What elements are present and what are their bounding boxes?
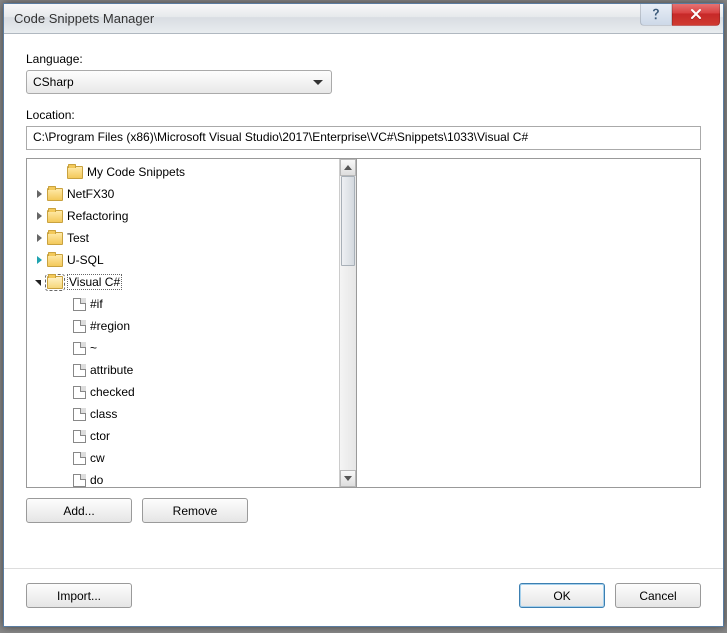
snippet-icon <box>73 298 86 311</box>
language-label: Language: <box>26 52 701 66</box>
tree-snippet[interactable]: ctor <box>27 425 339 447</box>
snippet-icon <box>73 408 86 421</box>
tree-snippet[interactable]: cw <box>27 447 339 469</box>
dialog-content: Language: CSharp Location: C:\Program Fi… <box>4 34 723 568</box>
cancel-button[interactable]: Cancel <box>615 583 701 608</box>
tree-snippet-label: ~ <box>90 341 97 355</box>
tree-panel: My Code Snippets NetFX30 Refactoring <box>27 159 357 487</box>
location-value: C:\Program Files (x86)\Microsoft Visual … <box>33 130 528 144</box>
tree-folder[interactable]: Visual C# <box>27 271 339 293</box>
tree-folder-label: Test <box>67 231 89 245</box>
snippet-tree[interactable]: My Code Snippets NetFX30 Refactoring <box>27 159 339 487</box>
tree-snippet-label: class <box>90 407 117 421</box>
snippet-icon <box>73 452 86 465</box>
tree-snippet-label: #if <box>90 297 103 311</box>
tree-folder[interactable]: U-SQL <box>27 249 339 271</box>
snippet-icon <box>73 320 86 333</box>
split-panel: My Code Snippets NetFX30 Refactoring <box>26 158 701 488</box>
location-field[interactable]: C:\Program Files (x86)\Microsoft Visual … <box>26 126 701 150</box>
cancel-button-label: Cancel <box>639 589 676 603</box>
snippet-icon <box>73 342 86 355</box>
scrollbar[interactable] <box>339 159 356 487</box>
import-button[interactable]: Import... <box>26 583 132 608</box>
expander-icon[interactable] <box>33 188 45 200</box>
tree-snippet-label: ctor <box>90 429 110 443</box>
tree-snippet[interactable]: do <box>27 469 339 487</box>
import-button-label: Import... <box>57 589 101 603</box>
chevron-down-icon <box>344 476 352 481</box>
ok-button[interactable]: OK <box>519 583 605 608</box>
tree-snippet[interactable]: class <box>27 403 339 425</box>
tree-snippet-label: #region <box>90 319 130 333</box>
tree-folder[interactable]: NetFX30 <box>27 183 339 205</box>
remove-button-label: Remove <box>173 504 218 518</box>
folder-icon <box>47 188 63 201</box>
chevron-up-icon <box>344 165 352 170</box>
tree-folder[interactable]: Refactoring <box>27 205 339 227</box>
titlebar[interactable]: Code Snippets Manager <box>4 4 723 34</box>
remove-button[interactable]: Remove <box>142 498 248 523</box>
tree-snippet[interactable]: ~ <box>27 337 339 359</box>
tree-folder[interactable]: Test <box>27 227 339 249</box>
tree-folder-label: Visual C# <box>67 274 122 290</box>
add-button-label: Add... <box>63 504 94 518</box>
tree-folder-label: U-SQL <box>67 253 104 267</box>
close-button[interactable] <box>672 4 720 26</box>
help-button[interactable] <box>640 4 672 26</box>
preview-panel <box>357 159 700 487</box>
tree-folder-label: Refactoring <box>67 209 128 223</box>
scrollbar-track[interactable] <box>340 176 356 470</box>
tree-snippet-label: checked <box>90 385 135 399</box>
tree-snippet[interactable]: attribute <box>27 359 339 381</box>
close-icon <box>690 8 702 20</box>
expander-icon[interactable] <box>33 254 45 266</box>
tree-buttons-row: Add... Remove <box>26 498 701 523</box>
folder-icon <box>47 210 63 223</box>
chevron-down-icon <box>313 75 323 89</box>
scrollbar-thumb[interactable] <box>341 176 355 266</box>
folder-icon <box>67 166 83 179</box>
tree-snippet-label: do <box>90 473 103 487</box>
snippet-icon <box>73 474 86 487</box>
dialog-footer: Import... OK Cancel <box>4 568 723 626</box>
scroll-up-button[interactable] <box>340 159 356 176</box>
titlebar-buttons <box>640 4 723 26</box>
add-button[interactable]: Add... <box>26 498 132 523</box>
window-title: Code Snippets Manager <box>14 11 640 26</box>
folder-icon <box>47 232 63 245</box>
snippet-icon <box>73 430 86 443</box>
tree-snippet[interactable]: #if <box>27 293 339 315</box>
tree-snippet[interactable]: #region <box>27 315 339 337</box>
tree-snippet-label: cw <box>90 451 105 465</box>
language-combo-value: CSharp <box>33 75 74 89</box>
tree-folder[interactable]: My Code Snippets <box>27 161 339 183</box>
scroll-down-button[interactable] <box>340 470 356 487</box>
expander-icon[interactable] <box>33 232 45 244</box>
location-label: Location: <box>26 108 701 122</box>
tree-folder-label: My Code Snippets <box>87 165 185 179</box>
tree-snippet[interactable]: checked <box>27 381 339 403</box>
help-icon <box>651 8 661 20</box>
ok-button-label: OK <box>553 589 570 603</box>
expander-icon[interactable] <box>33 210 45 222</box>
tree-snippet-label: attribute <box>90 363 133 377</box>
folder-open-icon <box>47 276 63 289</box>
folder-icon <box>47 254 63 267</box>
dialog-window: Code Snippets Manager Language: CSharp L… <box>3 3 724 627</box>
snippet-icon <box>73 386 86 399</box>
language-combo[interactable]: CSharp <box>26 70 332 94</box>
expander-icon[interactable] <box>33 276 45 288</box>
tree-folder-label: NetFX30 <box>67 187 114 201</box>
snippet-icon <box>73 364 86 377</box>
